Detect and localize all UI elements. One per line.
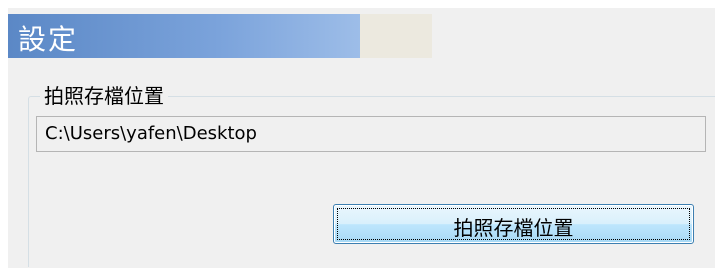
save-path-field: C:\Users\yafen\Desktop [36, 116, 706, 152]
title-bar-tail [360, 14, 432, 58]
choose-save-location-button-label: 拍照存檔位置 [453, 216, 574, 240]
photo-location-legend: 拍照存檔位置 [40, 84, 168, 108]
title-bar: 設定 [8, 14, 360, 58]
dialog-title: 設定 [18, 23, 79, 56]
choose-save-location-button[interactable]: 拍照存檔位置 [333, 204, 694, 244]
